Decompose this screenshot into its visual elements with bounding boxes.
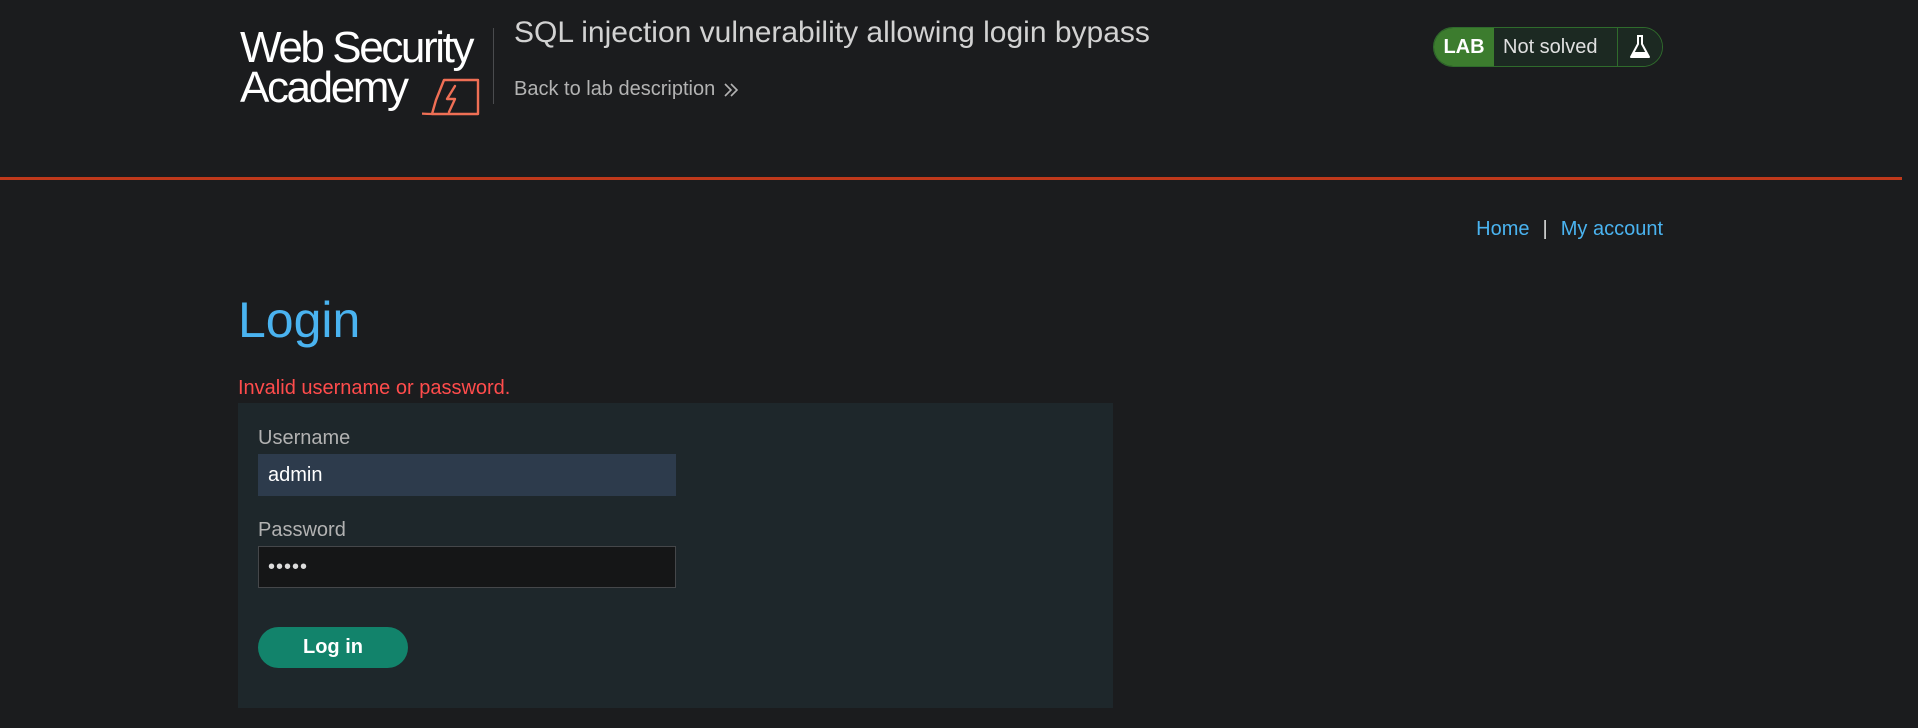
lab-title: SQL injection vulnerability allowing log…	[514, 16, 1150, 49]
back-to-lab-description-link[interactable]: Back to lab description	[514, 78, 739, 101]
back-link-label: Back to lab description	[514, 78, 716, 100]
flask-icon	[1618, 28, 1662, 66]
lab-status-text: Not solved	[1494, 28, 1618, 66]
lab-badge: LAB	[1434, 28, 1494, 66]
username-label: Username	[258, 427, 351, 449]
login-form: Username Password Log in	[238, 403, 1113, 708]
web-security-academy-logo[interactable]: Web Security Academy	[240, 22, 490, 118]
login-error-message: Invalid username or password.	[238, 377, 511, 399]
password-input[interactable]	[258, 546, 676, 588]
log-in-button[interactable]: Log in	[258, 627, 408, 668]
double-chevron-right-icon	[724, 82, 739, 97]
nav-my-account-link[interactable]: My account	[1561, 218, 1663, 240]
site-header: Web Security Academy SQL injection vulne…	[0, 0, 1902, 180]
lab-status-widget: LAB Not solved	[1433, 27, 1663, 67]
page-title: Login	[238, 292, 361, 348]
username-input[interactable]	[258, 454, 676, 496]
lightning-bolt-icon	[422, 78, 480, 116]
logo-divider	[493, 28, 494, 104]
logo-text-line2: Academy	[240, 63, 409, 112]
top-nav: Home | My account	[1476, 218, 1663, 241]
nav-separator: |	[1542, 218, 1548, 240]
password-label: Password	[258, 519, 346, 541]
nav-home-link[interactable]: Home	[1476, 218, 1529, 240]
